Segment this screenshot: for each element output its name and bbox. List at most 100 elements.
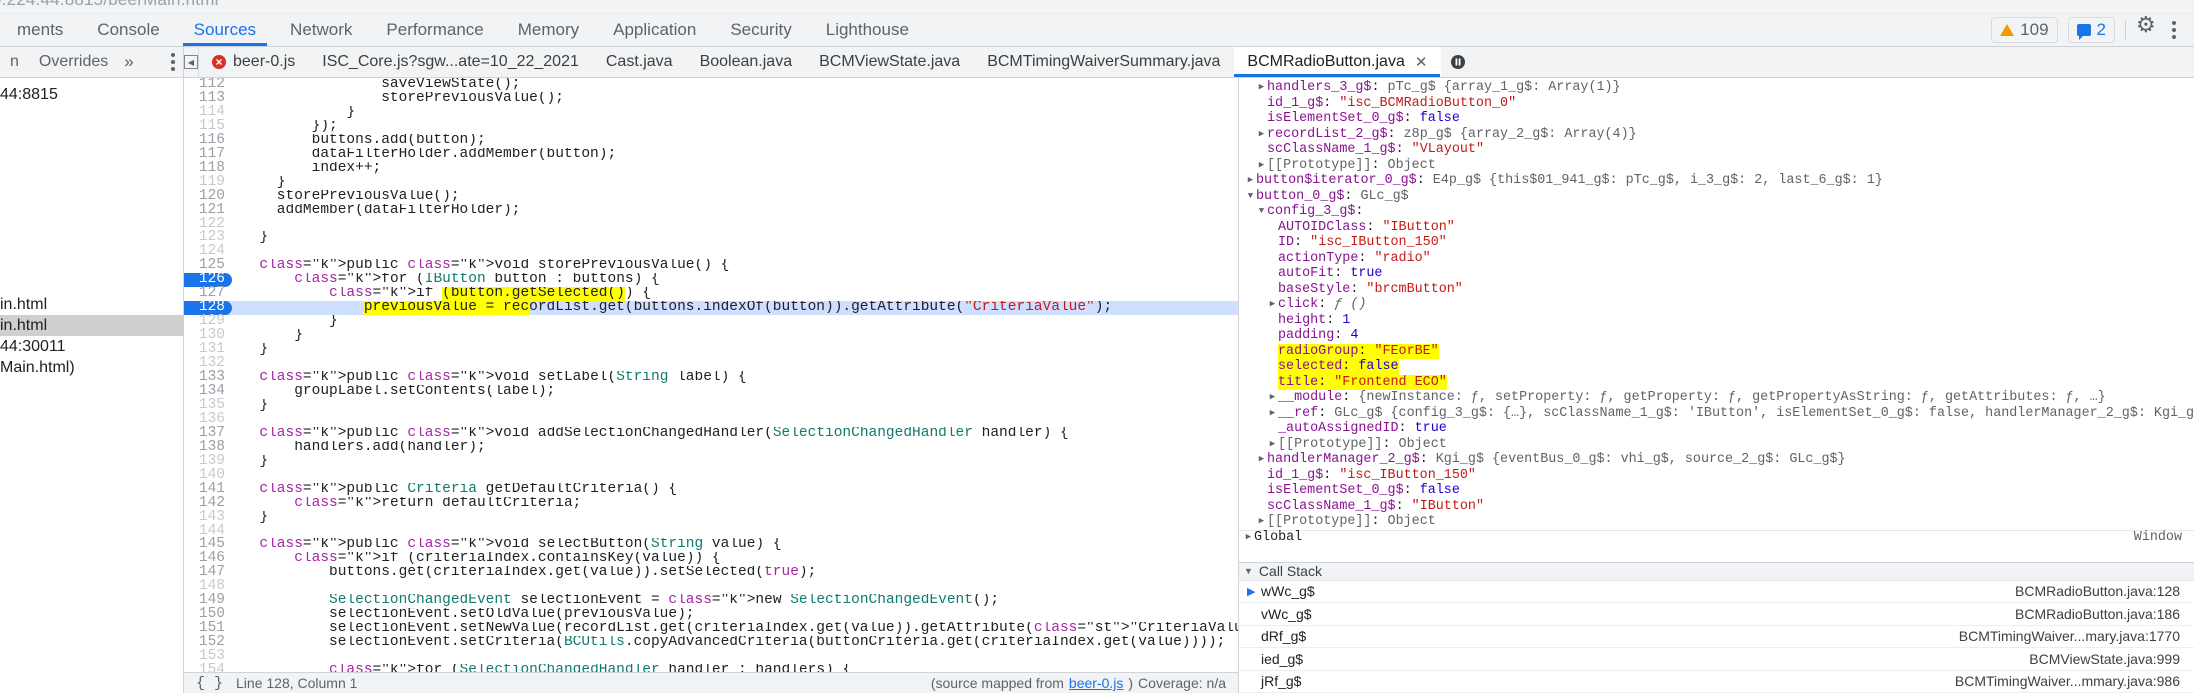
scope-property-row[interactable]: radioGroup: "FEorBE": [1239, 343, 2194, 359]
pause-on-exceptions-button[interactable]: [1442, 49, 1473, 75]
main-tab-console[interactable]: Console: [80, 14, 176, 46]
code-line[interactable]: 120 storePreviousValue();: [184, 188, 1238, 204]
chevron-right-icon[interactable]: [1267, 437, 1278, 453]
code-line[interactable]: 141 class="k">public Criteria getDefault…: [184, 481, 1238, 497]
code-line[interactable]: 150 selectionEvent.setOldValue(previousV…: [184, 607, 1238, 623]
message-count-badge[interactable]: 2: [2067, 17, 2115, 43]
call-stack-row[interactable]: vWc_g$ BCMRadioButton.java:186: [1239, 603, 2194, 626]
chevron-right-icon[interactable]: [1256, 514, 1267, 530]
chevron-right-icon[interactable]: [1256, 127, 1267, 143]
chevron-right-icon[interactable]: [1243, 530, 1254, 546]
source-map-link[interactable]: beer-0.js: [1069, 675, 1123, 691]
scope-property-row[interactable]: handlerManager_2_g$: Kgi_g$ {eventBus_0_…: [1239, 452, 2194, 468]
code-line[interactable]: 143 }: [184, 509, 1238, 525]
scope-property-row[interactable]: scClassName_1_g$: "IButton": [1239, 499, 2194, 515]
tab-nav-icon[interactable]: [184, 47, 199, 77]
code-line[interactable]: 134 groupLabel.setContents(label);: [184, 384, 1238, 399]
scope-property-row[interactable]: isElementSet_0_g$: false: [1239, 111, 2194, 127]
code-line[interactable]: 114 }: [184, 105, 1238, 120]
code-line[interactable]: 113 storePreviousValue();: [184, 91, 1238, 106]
code-line[interactable]: 151 selectionEvent.setNewValue(recordLis…: [184, 621, 1238, 637]
kebab-icon[interactable]: [2166, 19, 2182, 41]
file-tab-beer-0[interactable]: beer-0.js: [199, 47, 309, 77]
code-line[interactable]: 138 handlers.add(handler);: [184, 440, 1238, 455]
code-line[interactable]: 153: [184, 649, 1238, 665]
chevron-down-icon[interactable]: [1256, 204, 1267, 220]
code-line[interactable]: 148: [184, 579, 1238, 595]
code-line[interactable]: 137 class="k">public class="k">void addS…: [184, 426, 1238, 441]
code-line[interactable]: 145 class="k">public class="k">void sele…: [184, 537, 1238, 553]
scope-property-row[interactable]: button_0_g$: GLc_g$: [1239, 189, 2194, 205]
main-tab-security[interactable]: Security: [713, 14, 808, 46]
scope-property-row[interactable]: id_1_g$: "isc_BCMRadioButton_0": [1239, 96, 2194, 112]
main-tab-network[interactable]: Network: [273, 14, 369, 46]
navigator-tree-item[interactable]: 44:8815: [0, 84, 183, 105]
navigator-tab-overrides[interactable]: Overrides: [29, 53, 118, 71]
scope-property-row[interactable]: title: "Frontend ECO": [1239, 374, 2194, 390]
file-tab-boolean[interactable]: Boolean.java: [687, 47, 807, 77]
navigator-overflow-icon[interactable]: »: [118, 52, 139, 72]
code-line[interactable]: 121 addMember(dataFilterHolder);: [184, 202, 1238, 218]
call-stack-row[interactable]: ied_g$ BCMViewState.java:999: [1239, 648, 2194, 671]
call-stack-row[interactable]: ▶ wWc_g$ BCMRadioButton.java:128: [1239, 581, 2194, 603]
scope-property-row[interactable]: [[Prototype]]: Object: [1239, 158, 2194, 174]
scope-property-row[interactable]: AUTOIDClass: "IButton": [1239, 220, 2194, 236]
warning-count-badge[interactable]: 109: [1991, 17, 2058, 43]
gear-icon[interactable]: [2136, 14, 2156, 40]
file-tab-bcmtimingwaiversummary[interactable]: BCMTimingWaiverSummary.java: [974, 47, 1234, 77]
chevron-right-icon[interactable]: [1267, 297, 1278, 313]
scope-property-row[interactable]: config_3_g$:: [1239, 204, 2194, 220]
code-line[interactable]: 146 class="k">if (criteriaIndex.contains…: [184, 551, 1238, 567]
code-line[interactable]: 140: [184, 467, 1238, 483]
scope-property-row[interactable]: [[Prototype]]: Object: [1239, 514, 2194, 530]
code-line[interactable]: 122: [184, 216, 1238, 232]
scope-property-row[interactable]: button$iterator_0_g$: E4p_g$ {this$01_94…: [1239, 173, 2194, 189]
navigator-tree-item[interactable]: Main.html): [0, 357, 183, 378]
code-line[interactable]: 119 }: [184, 174, 1238, 190]
code-line[interactable]: 127 class="k">if (button.getSelected()) …: [184, 286, 1238, 302]
code-line[interactable]: 130 }: [184, 328, 1238, 344]
chevron-down-icon[interactable]: [1245, 189, 1256, 205]
code-line[interactable]: 124: [184, 244, 1238, 260]
scope-property-row[interactable]: scClassName_1_g$: "VLayout": [1239, 142, 2194, 158]
scope-property-row[interactable]: __module: {newInstance: ƒ, setProperty: …: [1239, 390, 2194, 406]
scope-property-row[interactable]: __ref: GLc_g$ {config_3_g$: {…}, scClass…: [1239, 406, 2194, 422]
call-stack-header[interactable]: ▼ Call Stack: [1239, 561, 2194, 581]
code-line[interactable]: 152 selectionEvent.setCriteria(BCUtils.c…: [184, 635, 1238, 651]
chevron-right-icon[interactable]: [1256, 158, 1267, 174]
navigator-tree-item[interactable]: in.html: [0, 294, 183, 315]
code-line[interactable]: 129 }: [184, 314, 1238, 330]
scope-property-row[interactable]: selected: false: [1239, 359, 2194, 375]
navigator-tree-item[interactable]: 44:30011: [0, 336, 183, 357]
code-line[interactable]: 147 buttons.get(criteriaIndex.get(value)…: [184, 565, 1238, 581]
chevron-right-icon[interactable]: [1267, 390, 1278, 406]
scope-variables-list[interactable]: handlers_3_g$: pTc_g$ {array_1_g$: Array…: [1239, 78, 2194, 562]
chevron-right-icon[interactable]: [1256, 80, 1267, 96]
code-line[interactable]: 126 class="k">for (IButton button : butt…: [184, 272, 1238, 288]
line-number[interactable]: 154: [184, 663, 232, 672]
scope-property-row[interactable]: id_1_g$: "isc_IButton_150": [1239, 468, 2194, 484]
file-tab-bcmviewstate[interactable]: BCMViewState.java: [806, 47, 974, 77]
code-line[interactable]: 135 }: [184, 398, 1238, 413]
main-tab-ments[interactable]: ments: [0, 14, 80, 46]
navigator-tree-item[interactable]: [0, 210, 183, 231]
code-line[interactable]: 131 }: [184, 342, 1238, 358]
scope-global-row[interactable]: Global Window: [1239, 529, 2194, 546]
call-stack-row[interactable]: jRf_g$ BCMTimingWaiver...mmary.java:986: [1239, 671, 2194, 693]
scope-property-row[interactable]: [[Prototype]]: Object: [1239, 437, 2194, 453]
code-line[interactable]: 142 class="k">return defaultCriteria;: [184, 495, 1238, 511]
main-tab-application[interactable]: Application: [596, 14, 713, 46]
main-tab-memory[interactable]: Memory: [501, 14, 596, 46]
code-line[interactable]: 112 saveViewState();: [184, 78, 1238, 92]
scope-property-row[interactable]: handlers_3_g$: pTc_g$ {array_1_g$: Array…: [1239, 80, 2194, 96]
main-tab-sources[interactable]: Sources: [177, 14, 273, 46]
code-line[interactable]: 154 class="k">for (SelectionChangedHandl…: [184, 663, 1238, 672]
code-line[interactable]: 123 }: [184, 230, 1238, 246]
scope-property-row[interactable]: height: 1: [1239, 313, 2194, 329]
chevron-right-icon[interactable]: [1267, 406, 1278, 422]
main-tab-performance[interactable]: Performance: [369, 14, 500, 46]
scope-property-row[interactable]: baseStyle: "brcmButton": [1239, 282, 2194, 298]
navigator-tree-item[interactable]: in.html: [0, 315, 183, 336]
scope-property-row[interactable]: padding: 4: [1239, 328, 2194, 344]
chevron-right-icon[interactable]: [1245, 173, 1256, 189]
